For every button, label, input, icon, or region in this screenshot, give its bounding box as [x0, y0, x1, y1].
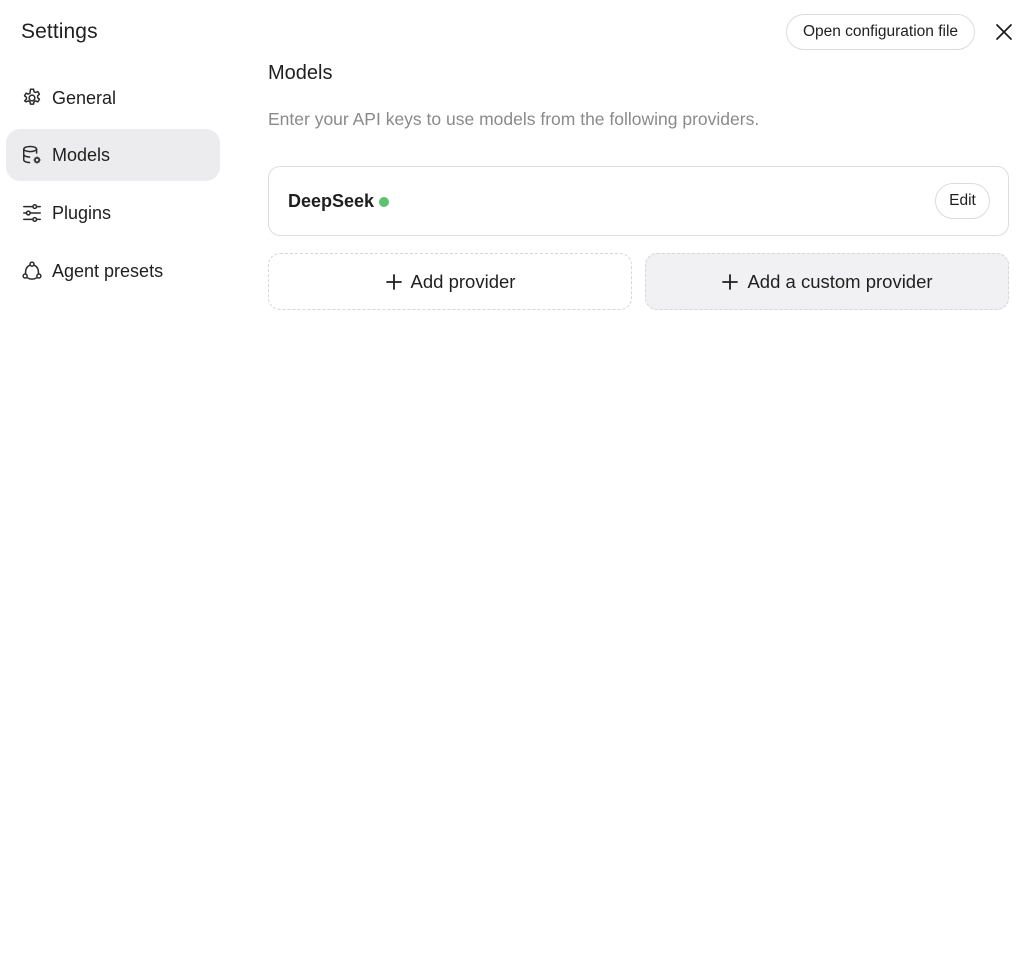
settings-window: Settings General Models Plugins Agent pr…	[0, 0, 1024, 953]
provider-name: DeepSeek	[288, 191, 375, 211]
page-subtitle: Enter your API keys to use models from t…	[268, 109, 760, 129]
sidebar-item-label: Agent presets	[52, 260, 164, 281]
sidebar-item-models[interactable]: Models	[6, 129, 220, 181]
sidebar-item-plugins[interactable]: Plugins	[6, 187, 220, 239]
sidebar-item-label: Models	[52, 144, 111, 165]
add-custom-provider-button[interactable]: Add a custom provider	[645, 253, 1009, 310]
status-indicator	[379, 197, 389, 207]
database-gear-icon	[21, 144, 43, 166]
sidebar-item-agent-presets[interactable]: Agent presets	[6, 245, 220, 297]
add-provider-label: Add provider	[410, 270, 516, 292]
open-configuration-file-button[interactable]: Open configuration file	[786, 14, 975, 50]
provider-card: DeepSeek Edit	[268, 166, 1009, 236]
add-provider-button[interactable]: Add provider	[268, 253, 632, 310]
plus-icon	[385, 273, 403, 291]
plus-icon	[721, 273, 739, 291]
add-custom-provider-label: Add a custom provider	[747, 270, 933, 292]
sidebar-title: Settings	[21, 20, 98, 43]
edit-provider-button[interactable]: Edit	[935, 183, 990, 219]
sidebar-item-general[interactable]: General	[6, 72, 220, 124]
sidebar-item-label: Plugins	[52, 202, 112, 223]
page-title: Models	[268, 62, 333, 84]
agent-nodes-icon	[21, 260, 43, 282]
sliders-icon	[21, 202, 43, 224]
gear-icon	[21, 87, 43, 109]
sidebar: Settings General Models Plugins Agent pr…	[0, 0, 228, 953]
close-icon[interactable]	[992, 20, 1016, 44]
sidebar-item-label: General	[52, 87, 117, 108]
